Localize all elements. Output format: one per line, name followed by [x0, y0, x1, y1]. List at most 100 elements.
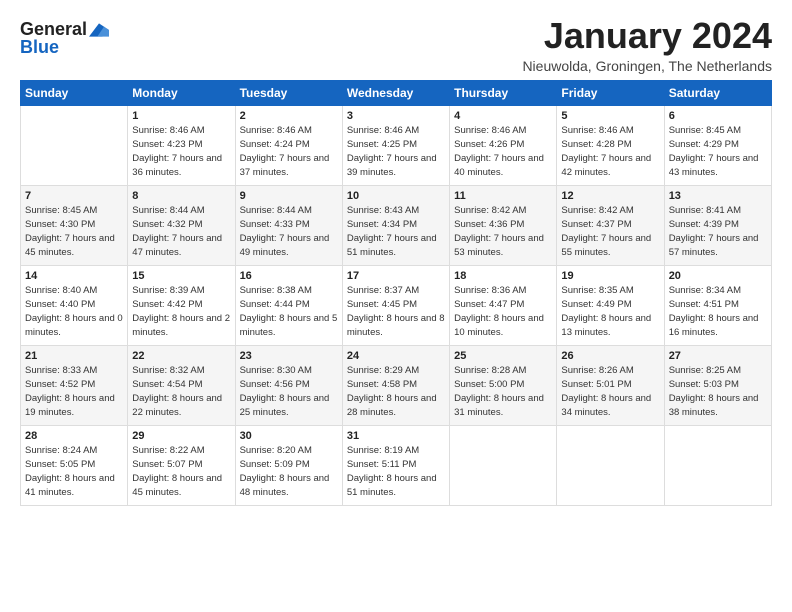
- day-info: Sunrise: 8:46 AMSunset: 4:28 PMDaylight:…: [561, 124, 659, 181]
- calendar-cell: [450, 425, 557, 505]
- calendar-cell: [557, 425, 664, 505]
- sunset: Sunset: 4:54 PM: [132, 379, 202, 390]
- sunrise: Sunrise: 8:30 AM: [240, 365, 312, 376]
- day-info: Sunrise: 8:46 AMSunset: 4:26 PMDaylight:…: [454, 124, 552, 181]
- day-number: 8: [132, 190, 230, 202]
- col-friday: Friday: [557, 80, 664, 105]
- page-container: General Blue January 2024 Nieuwolda, Gro…: [0, 0, 792, 516]
- day-number: 17: [347, 270, 445, 282]
- daylight: Daylight: 7 hours and 53 minutes.: [454, 233, 544, 258]
- calendar-cell: 15 Sunrise: 8:39 AM Sunset: 4:42 PM Dayligh…: [128, 265, 235, 345]
- day-info: Sunrise: 8:38 AMSunset: 4:44 PMDaylight:…: [240, 284, 338, 341]
- day-number: 15: [132, 270, 230, 282]
- sunrise: Sunrise: 8:38 AM: [240, 285, 312, 296]
- calendar-cell: 25Sunrise: 8:28 AMSunset: 5:00 PMDayligh…: [450, 345, 557, 425]
- day-number: 4: [454, 110, 552, 122]
- daylight: Daylight: 8 hours and 0 minutes.: [25, 313, 123, 338]
- sunset: Sunset: 4:42 PM: [132, 299, 202, 310]
- calendar-cell: 24Sunrise: 8:29 AMSunset: 4:58 PMDayligh…: [342, 345, 449, 425]
- sunset: Sunset: 4:36 PM: [454, 219, 524, 230]
- sunset: Sunset: 4:56 PM: [240, 379, 310, 390]
- sunset: Sunset: 4:29 PM: [669, 139, 739, 150]
- calendar-cell: 20 Sunrise: 8:34 AMSunset: 4:51 PMDayligh…: [664, 265, 771, 345]
- day-info: Sunrise: 8:44 AMSunset: 4:33 PMDaylight:…: [240, 204, 338, 261]
- calendar-cell: 16Sunrise: 8:38 AMSunset: 4:44 PMDayligh…: [235, 265, 342, 345]
- day-info: Sunrise: 8:43 AM Sunset: 4:34 PM Daylight:…: [347, 204, 445, 261]
- calendar-cell: 13Sunrise: 8:41 AMSunset: 4:39 PMDayligh…: [664, 185, 771, 265]
- day-info: Sunrise: 8:20 AMSunset: 5:09 PMDaylight:…: [240, 444, 338, 501]
- sunrise: Sunrise: 8:45 AM: [669, 125, 741, 136]
- sunset: Sunset: 4:28 PM: [561, 139, 631, 150]
- sunset: Sunset: 4:39 PM: [669, 219, 739, 230]
- sunset: Sunset: 4:52 PM: [25, 379, 95, 390]
- header-row: Sunday Monday Tuesday Wednesday Thursday…: [21, 80, 772, 105]
- sunrise: Sunrise: 8:39 AM: [132, 285, 204, 296]
- day-number: 5: [561, 110, 659, 122]
- calendar-cell: [21, 105, 128, 185]
- sunrise: Sunrise: 8:43 AM: [347, 205, 419, 216]
- calendar-table: Sunday Monday Tuesday Wednesday Thursday…: [20, 80, 772, 506]
- day-number: 3: [347, 110, 445, 122]
- sunrise: Sunrise: 8:36 AM: [454, 285, 526, 296]
- day-info: Sunrise: 8:46 AMSunset: 4:25 PMDaylight:…: [347, 124, 445, 181]
- calendar-cell: 29Sunrise: 8:22 AMSunset: 5:07 PMDayligh…: [128, 425, 235, 505]
- sunrise: Sunrise: 8:34 AM: [669, 285, 741, 296]
- day-number: 26: [561, 350, 659, 362]
- day-number: 20: [669, 270, 767, 282]
- sunset: Sunset: 4:25 PM: [347, 139, 417, 150]
- daylight: Daylight: 7 hours and 55 minutes.: [561, 233, 651, 258]
- calendar-week-3: 14Sunrise: 8:40 AMSunset: 4:40 PMDayligh…: [21, 265, 772, 345]
- day-number: 6: [669, 110, 767, 122]
- col-saturday: Saturday: [664, 80, 771, 105]
- calendar-week-4: 21Sunrise: 8:33 AMSunset: 4:52 PMDayligh…: [21, 345, 772, 425]
- month-title: January 2024: [522, 16, 772, 56]
- day-number: 27: [669, 350, 767, 362]
- daylight: Daylight: 7 hours and 45 minutes.: [25, 233, 115, 258]
- daylight: Daylight: 8 hours and 25 minutes.: [240, 393, 330, 418]
- daylight: Daylight: 8 hours and 22 minutes.: [132, 393, 222, 418]
- sunset: Sunset: 4:23 PM: [132, 139, 202, 150]
- daylight: Daylight: 8 hours and 34 minutes.: [561, 393, 651, 418]
- sunrise: Sunrise: 8:37 AM: [347, 285, 419, 296]
- daylight: Daylight: 8 hours and 2 minutes.: [132, 313, 230, 338]
- sunset: Sunset: 5:05 PM: [25, 459, 95, 470]
- sunset: Sunset: 5:07 PM: [132, 459, 202, 470]
- daylight: Daylight: 7 hours and 43 minutes.: [669, 153, 759, 178]
- daylight: Daylight: 7 hours and 42 minutes.: [561, 153, 651, 178]
- sunrise: Sunrise: 8:24 AM: [25, 445, 97, 456]
- calendar-cell: 8 Sunrise: 8:44 AMSunset: 4:32 PMDaylight…: [128, 185, 235, 265]
- day-info: Sunrise: 8:19 AMSunset: 5:11 PMDaylight:…: [347, 444, 445, 501]
- logo: General Blue: [20, 20, 109, 58]
- day-number: 19: [561, 270, 659, 282]
- day-info: Sunrise: 8:30 AM Sunset: 4:56 PM Daylight:…: [240, 364, 338, 421]
- day-info: Sunrise: 8:24 AM Sunset: 5:05 PM Daylight:…: [25, 444, 123, 501]
- daylight: Daylight: 8 hours and 41 minutes.: [25, 473, 115, 498]
- col-tuesday: Tuesday: [235, 80, 342, 105]
- calendar-cell: 7Sunrise: 8:45 AMSunset: 4:30 PMDaylight…: [21, 185, 128, 265]
- sunrise: Sunrise: 8:19 AM: [347, 445, 419, 456]
- sunset: Sunset: 4:30 PM: [25, 219, 95, 230]
- day-number: 23: [240, 350, 338, 362]
- sunset: Sunset: 5:00 PM: [454, 379, 524, 390]
- daylight: Daylight: 8 hours and 8 minutes.: [347, 313, 445, 338]
- day-number: 13: [669, 190, 767, 202]
- sunset: Sunset: 5:09 PM: [240, 459, 310, 470]
- day-number: 21: [25, 350, 123, 362]
- day-info: Sunrise: 8:34 AMSunset: 4:51 PMDaylight:…: [669, 284, 767, 341]
- day-info: Sunrise: 8:46 AMSunset: 4:24 PMDaylight:…: [240, 124, 338, 181]
- daylight: Daylight: 7 hours and 51 minutes.: [347, 233, 437, 258]
- day-number: 29: [132, 430, 230, 442]
- calendar-cell: 5 Sunrise: 8:46 AMSunset: 4:28 PMDaylight…: [557, 105, 664, 185]
- daylight: Daylight: 8 hours and 45 minutes.: [132, 473, 222, 498]
- daylight: Daylight: 7 hours and 36 minutes.: [132, 153, 222, 178]
- day-number: 18: [454, 270, 552, 282]
- daylight: Daylight: 8 hours and 31 minutes.: [454, 393, 544, 418]
- sunset: Sunset: 4:34 PM: [347, 219, 417, 230]
- sunrise: Sunrise: 8:32 AM: [132, 365, 204, 376]
- logo-icon: [89, 23, 109, 37]
- day-info: Sunrise: 8:44 AMSunset: 4:32 PMDaylight:…: [132, 204, 230, 261]
- sunset: Sunset: 4:44 PM: [240, 299, 310, 310]
- day-number: 31: [347, 430, 445, 442]
- sunset: Sunset: 4:24 PM: [240, 139, 310, 150]
- day-info: Sunrise: 8:36 AMSunset: 4:47 PMDaylight:…: [454, 284, 552, 341]
